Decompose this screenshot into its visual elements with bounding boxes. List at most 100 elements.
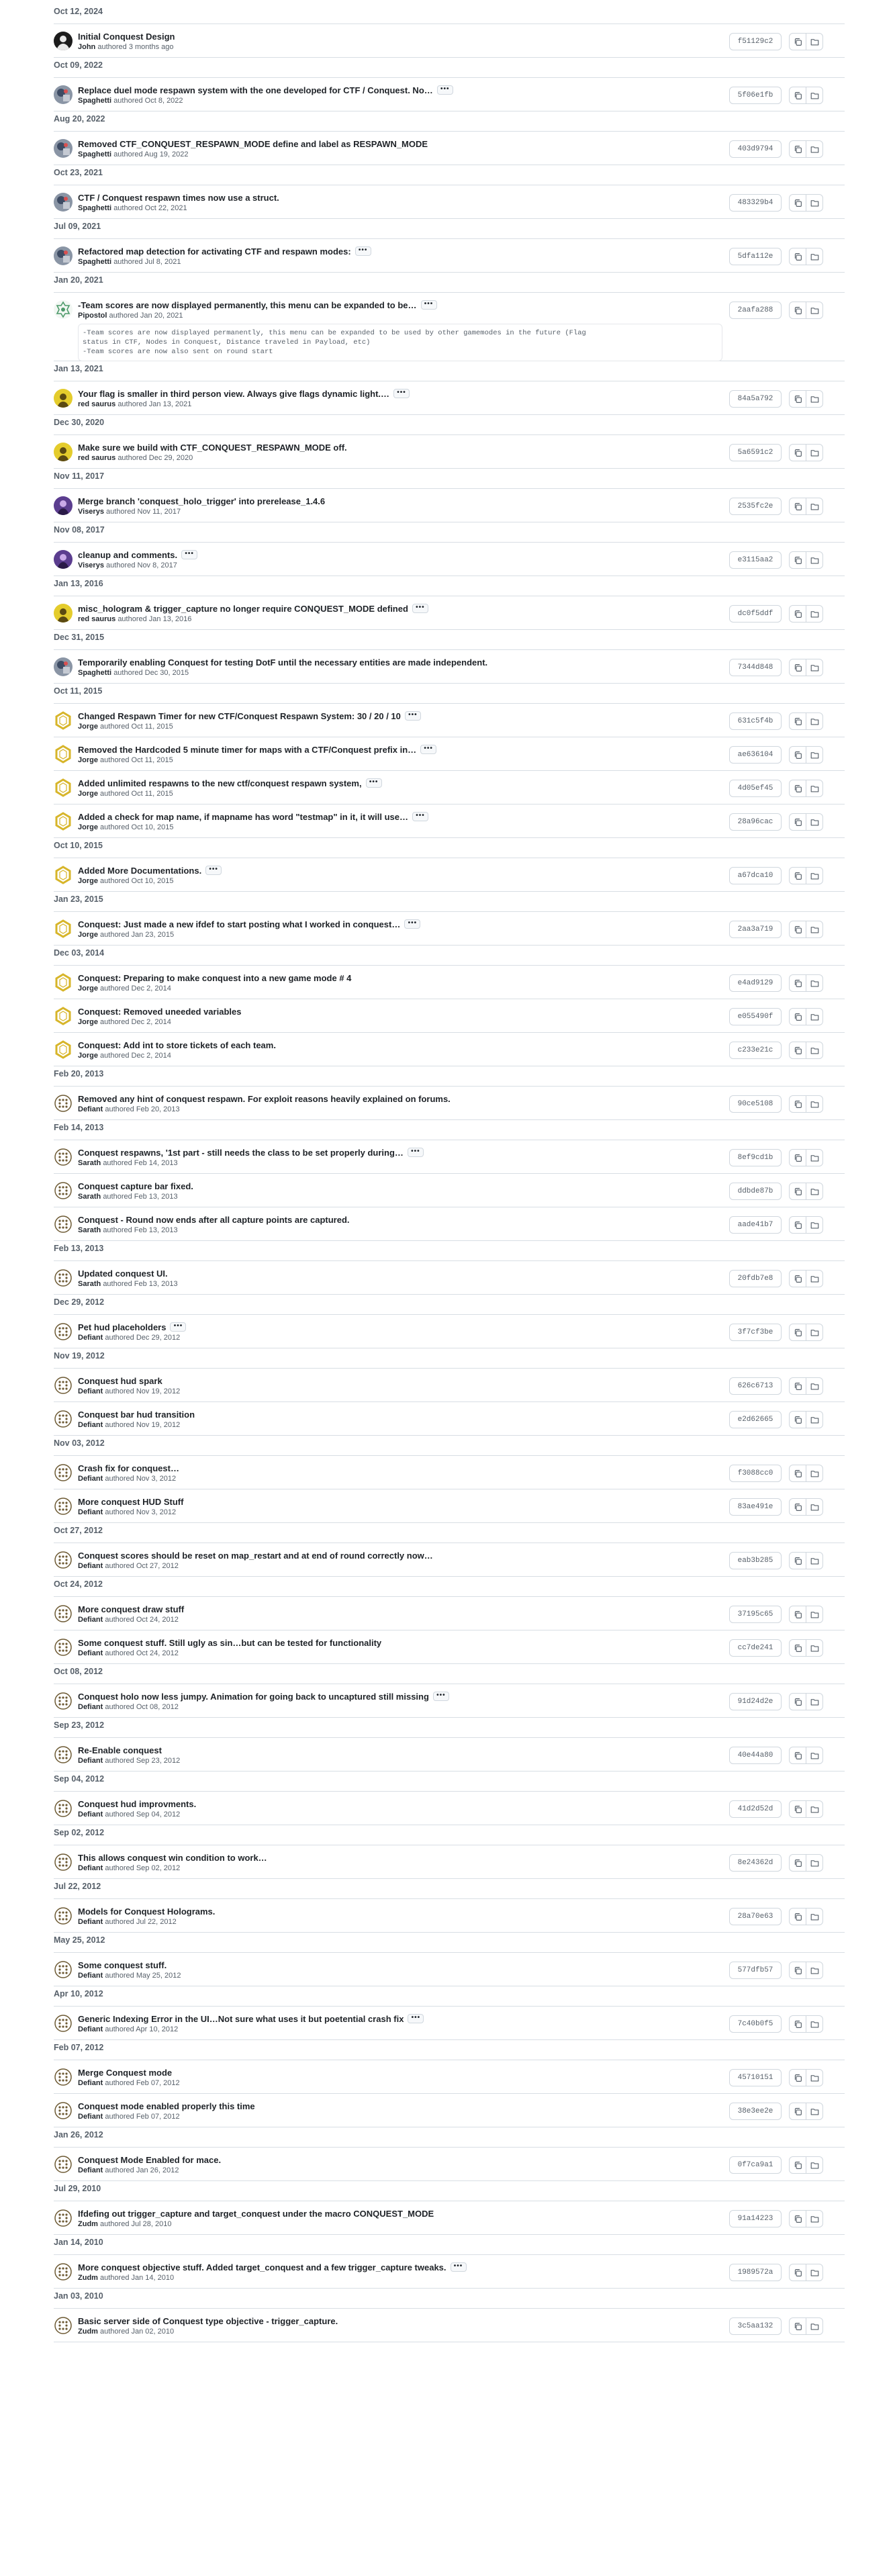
commit-title-link[interactable]: Conquest: Just made a new ifdef to start…	[78, 919, 400, 929]
commit-author[interactable]: Jorge	[78, 823, 98, 831]
copy-icon[interactable]	[789, 1183, 806, 1200]
commit-title-link[interactable]: Added More Documentations.	[78, 866, 201, 876]
folder-icon[interactable]	[806, 1377, 823, 1395]
commit-author[interactable]: Sarath	[78, 1280, 101, 1288]
avatar[interactable]	[54, 812, 73, 831]
avatar[interactable]	[54, 1551, 73, 1569]
commit-sha-button[interactable]: 2aafa288	[729, 302, 782, 319]
commit-title-link[interactable]: Conquest: Add int to store tickets of ea…	[78, 1040, 276, 1050]
avatar[interactable]	[54, 389, 73, 408]
commit-author[interactable]: Defiant	[78, 1649, 103, 1657]
folder-icon[interactable]	[806, 780, 823, 797]
ellipsis-icon[interactable]: •••	[420, 745, 437, 754]
commit-sha-button[interactable]: e4ad9129	[729, 974, 782, 992]
commit-title-link[interactable]: Basic server side of Conquest type objec…	[78, 2316, 338, 2326]
copy-icon[interactable]	[789, 2103, 806, 2120]
copy-icon[interactable]	[789, 551, 806, 569]
commit-sha-button[interactable]: eab3b285	[729, 1552, 782, 1569]
folder-icon[interactable]	[806, 551, 823, 569]
copy-icon[interactable]	[789, 1149, 806, 1166]
copy-icon[interactable]	[789, 302, 806, 319]
commit-sha-button[interactable]: 3f7cf3be	[729, 1324, 782, 1341]
folder-icon[interactable]	[806, 1324, 823, 1341]
folder-icon[interactable]	[806, 2069, 823, 2086]
commit-author[interactable]: red saurus	[78, 615, 115, 623]
commit-sha-button[interactable]: 28a96cac	[729, 813, 782, 831]
commit-sha-button[interactable]: 403d9794	[729, 140, 782, 158]
avatar[interactable]	[54, 1410, 73, 1428]
commit-author[interactable]: Defiant	[78, 1562, 103, 1570]
ellipsis-icon[interactable]: •••	[420, 300, 437, 310]
commit-title-link[interactable]: Conquest bar hud transition	[78, 1410, 195, 1420]
copy-icon[interactable]	[789, 1800, 806, 1818]
commit-title-link[interactable]: Conquest hud improvments.	[78, 1799, 196, 1809]
commit-sha-button[interactable]: 37195c65	[729, 1606, 782, 1623]
folder-icon[interactable]	[806, 974, 823, 992]
copy-icon[interactable]	[789, 1908, 806, 1925]
commit-author[interactable]: Spaghetti	[78, 258, 111, 266]
commit-title-link[interactable]: Conquest capture bar fixed.	[78, 1181, 193, 1191]
ellipsis-icon[interactable]: •••	[170, 1322, 187, 1332]
ellipsis-icon[interactable]: •••	[450, 2262, 467, 2272]
folder-icon[interactable]	[806, 2264, 823, 2281]
folder-icon[interactable]	[806, 813, 823, 831]
folder-icon[interactable]	[806, 1149, 823, 1166]
commit-title-link[interactable]: Merge branch 'conquest_holo_trigger' int…	[78, 496, 325, 506]
commit-sha-button[interactable]: e2d62665	[729, 1411, 782, 1428]
commit-author[interactable]: Spaghetti	[78, 204, 111, 212]
commit-title-link[interactable]: Models for Conquest Holograms.	[78, 1906, 215, 1917]
folder-icon[interactable]	[806, 33, 823, 50]
folder-icon[interactable]	[806, 2210, 823, 2227]
commit-author[interactable]: Defiant	[78, 1475, 103, 1483]
commit-title-link[interactable]: Replace duel mode respawn system with th…	[78, 85, 433, 95]
copy-icon[interactable]	[789, 1552, 806, 1569]
avatar[interactable]	[54, 2101, 73, 2120]
commit-title-link[interactable]: Merge Conquest mode	[78, 2068, 172, 2078]
commit-author[interactable]: Jorge	[78, 756, 98, 764]
ellipsis-icon[interactable]: •••	[404, 919, 421, 929]
avatar[interactable]	[54, 1906, 73, 1925]
copy-icon[interactable]	[789, 1377, 806, 1395]
commit-sha-button[interactable]: 41d2d52d	[729, 1800, 782, 1818]
folder-icon[interactable]	[806, 1270, 823, 1287]
commit-sha-button[interactable]: f3088cc0	[729, 1465, 782, 1482]
commit-title-link[interactable]: Some conquest stuff. Still ugly as sin…b…	[78, 1638, 381, 1648]
commit-sha-button[interactable]: 5f06e1fb	[729, 87, 782, 104]
avatar[interactable]	[54, 85, 73, 104]
copy-icon[interactable]	[789, 2317, 806, 2335]
commit-sha-button[interactable]: 3c5aa132	[729, 2317, 782, 2335]
commit-sha-button[interactable]: ddbde87b	[729, 1183, 782, 1200]
ellipsis-icon[interactable]: •••	[355, 246, 371, 256]
commit-title-link[interactable]: Conquest: Preparing to make conquest int…	[78, 973, 351, 983]
avatar[interactable]	[54, 1853, 73, 1872]
copy-icon[interactable]	[789, 746, 806, 764]
commit-author[interactable]: Defiant	[78, 1334, 103, 1342]
ellipsis-icon[interactable]: •••	[393, 389, 410, 398]
commit-title-link[interactable]: Added a check for map name, if mapname h…	[78, 812, 408, 822]
commit-sha-button[interactable]: cc7de241	[729, 1639, 782, 1657]
commit-sha-button[interactable]: ae636104	[729, 746, 782, 764]
commit-title-link[interactable]: Your flag is smaller in third person vie…	[78, 389, 389, 399]
copy-icon[interactable]	[789, 248, 806, 265]
avatar[interactable]	[54, 2155, 73, 2174]
commit-sha-button[interactable]: 5a6591c2	[729, 444, 782, 461]
commit-title-link[interactable]: Removed any hint of conquest respawn. Fo…	[78, 1094, 451, 1104]
commit-title-link[interactable]: Conquest: Removed uneeded variables	[78, 1007, 241, 1017]
copy-icon[interactable]	[789, 2156, 806, 2174]
avatar[interactable]	[54, 657, 73, 676]
avatar[interactable]	[54, 711, 73, 730]
avatar[interactable]	[54, 1692, 73, 1710]
copy-icon[interactable]	[789, 1411, 806, 1428]
avatar[interactable]	[54, 193, 73, 212]
folder-icon[interactable]	[806, 746, 823, 764]
commit-sha-button[interactable]: 8ef9cd1b	[729, 1149, 782, 1166]
avatar[interactable]	[54, 2209, 73, 2227]
folder-icon[interactable]	[806, 1042, 823, 1059]
folder-icon[interactable]	[806, 87, 823, 104]
commit-sha-button[interactable]: a67dca10	[729, 867, 782, 884]
avatar[interactable]	[54, 1745, 73, 1764]
ellipsis-icon[interactable]: •••	[436, 85, 453, 95]
copy-icon[interactable]	[789, 605, 806, 623]
copy-icon[interactable]	[789, 659, 806, 676]
commit-title-link[interactable]: More conquest objective stuff. Added tar…	[78, 2262, 446, 2272]
